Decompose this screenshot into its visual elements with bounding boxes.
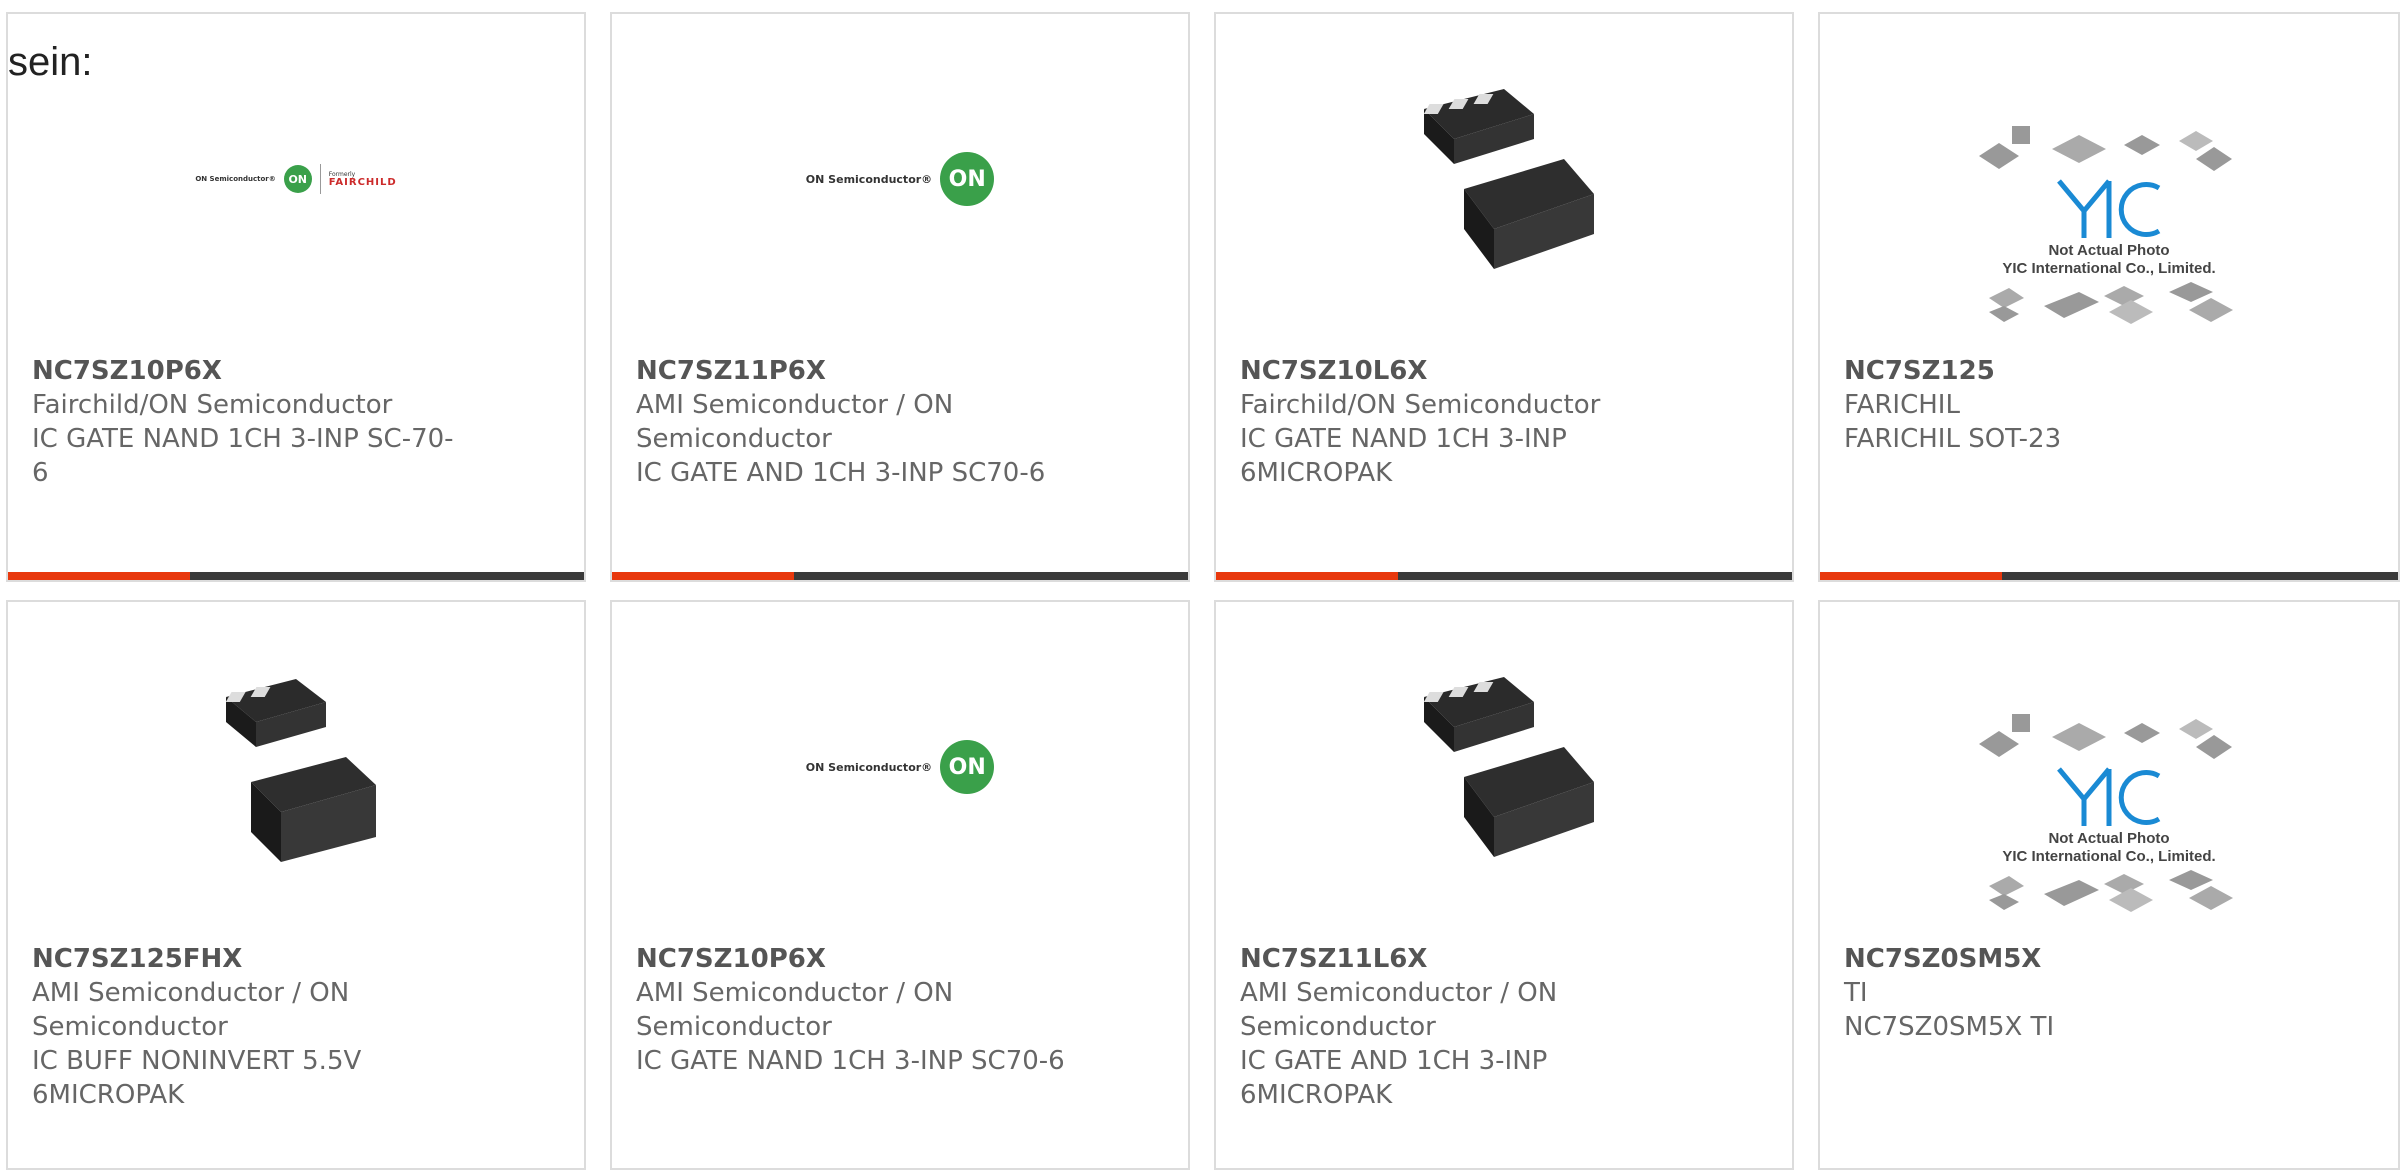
product-card[interactable]: NC7SZ125FHX AMI Semiconductor / ON Semic… [6, 600, 586, 1170]
manufacturer: Fairchild/ON Semiconductor [32, 390, 393, 420]
on-semiconductor-logo: ON Semiconductor® ON [806, 740, 995, 794]
heading-fragment: sein: [8, 40, 93, 84]
manufacturer: AMI Semiconductor / ON [32, 978, 350, 1008]
part-number[interactable]: NC7SZ125 [1844, 354, 2284, 388]
product-card[interactable]: ON Semiconductor® ON NC7SZ11P6X AMI Semi… [610, 12, 1190, 582]
manufacturer: Semiconductor [32, 1012, 228, 1042]
part-number[interactable]: NC7SZ11P6X [636, 354, 1076, 388]
part-number[interactable]: NC7SZ10P6X [636, 942, 1076, 976]
product-card[interactable]: Not Actual Photo YIC International Co., … [1818, 600, 2400, 1170]
product-card[interactable]: Not Actual Photo YIC International Co., … [1818, 12, 2400, 582]
card-progress-bar [1216, 572, 1792, 580]
part-number[interactable]: NC7SZ10P6X [32, 354, 472, 388]
micropak-chip-photo [1423, 89, 1594, 269]
fairchild-on-logo: ON Semiconductor® ON Formerly FAIRCHILD [195, 164, 396, 194]
manufacturer: AMI Semiconductor / ON [636, 978, 954, 1008]
description: 6MICROPAK [32, 1080, 185, 1110]
product-image[interactable] [8, 662, 584, 872]
part-number[interactable]: NC7SZ11L6X [1240, 942, 1680, 976]
description: NC7SZ0SM5X TI [1844, 1012, 2055, 1042]
yic-not-actual-photo: Not Actual Photo YIC International Co., … [1974, 121, 2244, 328]
manufacturer: Semiconductor [636, 1012, 832, 1042]
product-image[interactable] [1216, 74, 1792, 284]
manufacturer: TI [1844, 978, 1868, 1008]
manufacturer: Semiconductor [636, 424, 832, 454]
description: IC GATE NAND 1CH 3-INP [1240, 424, 1567, 454]
product-image[interactable]: Not Actual Photo YIC International Co., … [1820, 99, 2398, 349]
product-image[interactable] [1216, 662, 1792, 872]
chip-collage-icon [1979, 125, 2232, 171]
description: IC GATE AND 1CH 3-INP [1240, 1046, 1548, 1076]
product-image[interactable]: Not Actual Photo YIC International Co., … [1820, 687, 2398, 937]
part-number[interactable]: NC7SZ125FHX [32, 942, 472, 976]
product-image[interactable]: ON Semiconductor® ON Formerly FAIRCHILD [8, 74, 584, 284]
description: IC GATE NAND 1CH 3-INP SC-70- [32, 424, 454, 454]
product-card[interactable]: NC7SZ10L6X Fairchild/ON Semiconductor IC… [1214, 12, 1794, 582]
yic-logo-icon [2057, 766, 2161, 826]
chip-bottom-icon [1464, 159, 1594, 269]
card-progress-bar [8, 572, 584, 580]
manufacturer: AMI Semiconductor / ON [636, 390, 954, 420]
description: 6MICROPAK [1240, 458, 1393, 488]
product-card[interactable]: ON Semiconductor® ON NC7SZ10P6X AMI Semi… [610, 600, 1190, 1170]
product-grid: ON Semiconductor® ON Formerly FAIRCHILD N… [0, 0, 2400, 1170]
micropak-chip-photo [225, 679, 376, 862]
card-progress-bar [1820, 572, 2398, 580]
description: IC GATE AND 1CH 3-INP SC70-6 [636, 458, 1046, 488]
micropak-chip-photo [1423, 677, 1594, 857]
part-number[interactable]: NC7SZ10L6X [1240, 354, 1680, 388]
yic-not-actual-photo: Not Actual Photo YIC International Co., … [1974, 709, 2244, 916]
card-progress-bar [612, 572, 1188, 580]
on-logo-icon: ON [940, 152, 995, 206]
product-card[interactable]: ON Semiconductor® ON Formerly FAIRCHILD N… [6, 12, 586, 582]
description: 6 [32, 458, 49, 488]
chip-top-icon [1423, 89, 1534, 164]
manufacturer: Fairchild/ON Semiconductor [1240, 390, 1601, 420]
manufacturer: AMI Semiconductor / ON [1240, 978, 1558, 1008]
manufacturer: FARICHIL [1844, 390, 1960, 420]
description: IC BUFF NONINVERT 5.5V [32, 1046, 362, 1076]
product-image[interactable]: ON Semiconductor® ON [612, 662, 1188, 872]
manufacturer: Semiconductor [1240, 1012, 1436, 1042]
on-logo-icon: ON [283, 165, 312, 193]
yic-logo-icon [2057, 178, 2161, 238]
product-card[interactable]: NC7SZ11L6X AMI Semiconductor / ON Semico… [1214, 600, 1794, 1170]
description: FARICHIL SOT-23 [1844, 424, 2062, 454]
chip-collage-icon [1979, 713, 2232, 759]
chip-collage-icon [1989, 281, 2233, 324]
description: 6MICROPAK [1240, 1080, 1393, 1110]
on-semiconductor-logo: ON Semiconductor® ON [806, 152, 995, 206]
on-logo-icon: ON [940, 740, 995, 794]
part-number[interactable]: NC7SZ0SM5X [1844, 942, 2284, 976]
product-image[interactable]: ON Semiconductor® ON [612, 74, 1188, 284]
chip-collage-icon [1989, 869, 2233, 912]
description: IC GATE NAND 1CH 3-INP SC70-6 [636, 1046, 1065, 1076]
